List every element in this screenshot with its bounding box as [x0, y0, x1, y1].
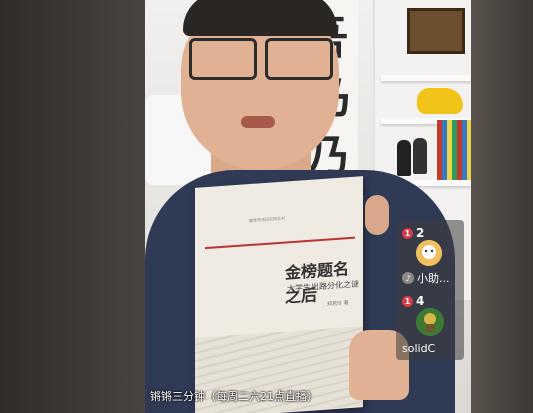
- viewer-avatar[interactable]: [416, 308, 444, 336]
- rank-badge: 1: [402, 227, 413, 239]
- picture-frame: [407, 8, 465, 54]
- assistant-row[interactable]: ♪ 小助...: [402, 270, 450, 286]
- rank-row-1[interactable]: 1 2: [402, 226, 424, 240]
- viewer-row[interactable]: solidC: [402, 342, 435, 355]
- stream-caption: 锵锵三分钟（每周二六21点直播）: [150, 390, 318, 403]
- gift-ranking-panel: 1 2 ♪ 小助... 1 4 solidC: [396, 220, 464, 360]
- rank-count: 2: [416, 226, 425, 240]
- book-band: [205, 236, 355, 250]
- viewer-avatar[interactable]: [416, 240, 442, 266]
- hand-thumb: [365, 195, 389, 235]
- figurine: [413, 138, 427, 174]
- mouth: [241, 116, 275, 128]
- figurine: [397, 140, 411, 176]
- live-stream-view: 吾 乃 乃 教育考试研究院丛书 金榜题名之后 大学生出路分化之谜 郑若玲 著: [0, 0, 533, 413]
- rubber-duck-toy: [417, 88, 463, 114]
- assistant-icon: ♪: [402, 272, 414, 284]
- rank-badge: 1: [402, 295, 413, 307]
- book-cover: 教育考试研究院丛书 金榜题名之后 大学生出路分化之谜 郑若玲 著: [195, 176, 363, 413]
- person-hair: [183, 0, 337, 36]
- books-row: [437, 120, 471, 180]
- blurred-background-right: [471, 0, 533, 413]
- glasses: [189, 38, 333, 80]
- rank-count: 4: [416, 294, 425, 308]
- rank-row-2[interactable]: 1 4: [402, 294, 424, 308]
- book-series: 教育考试研究院丛书: [249, 215, 285, 224]
- book-authors: 郑若玲 著: [327, 300, 349, 308]
- shelf-board: [381, 75, 471, 81]
- viewer-name: solidC: [402, 342, 436, 355]
- viewer-name: 小助...: [417, 272, 450, 285]
- blurred-background-left: [0, 0, 145, 413]
